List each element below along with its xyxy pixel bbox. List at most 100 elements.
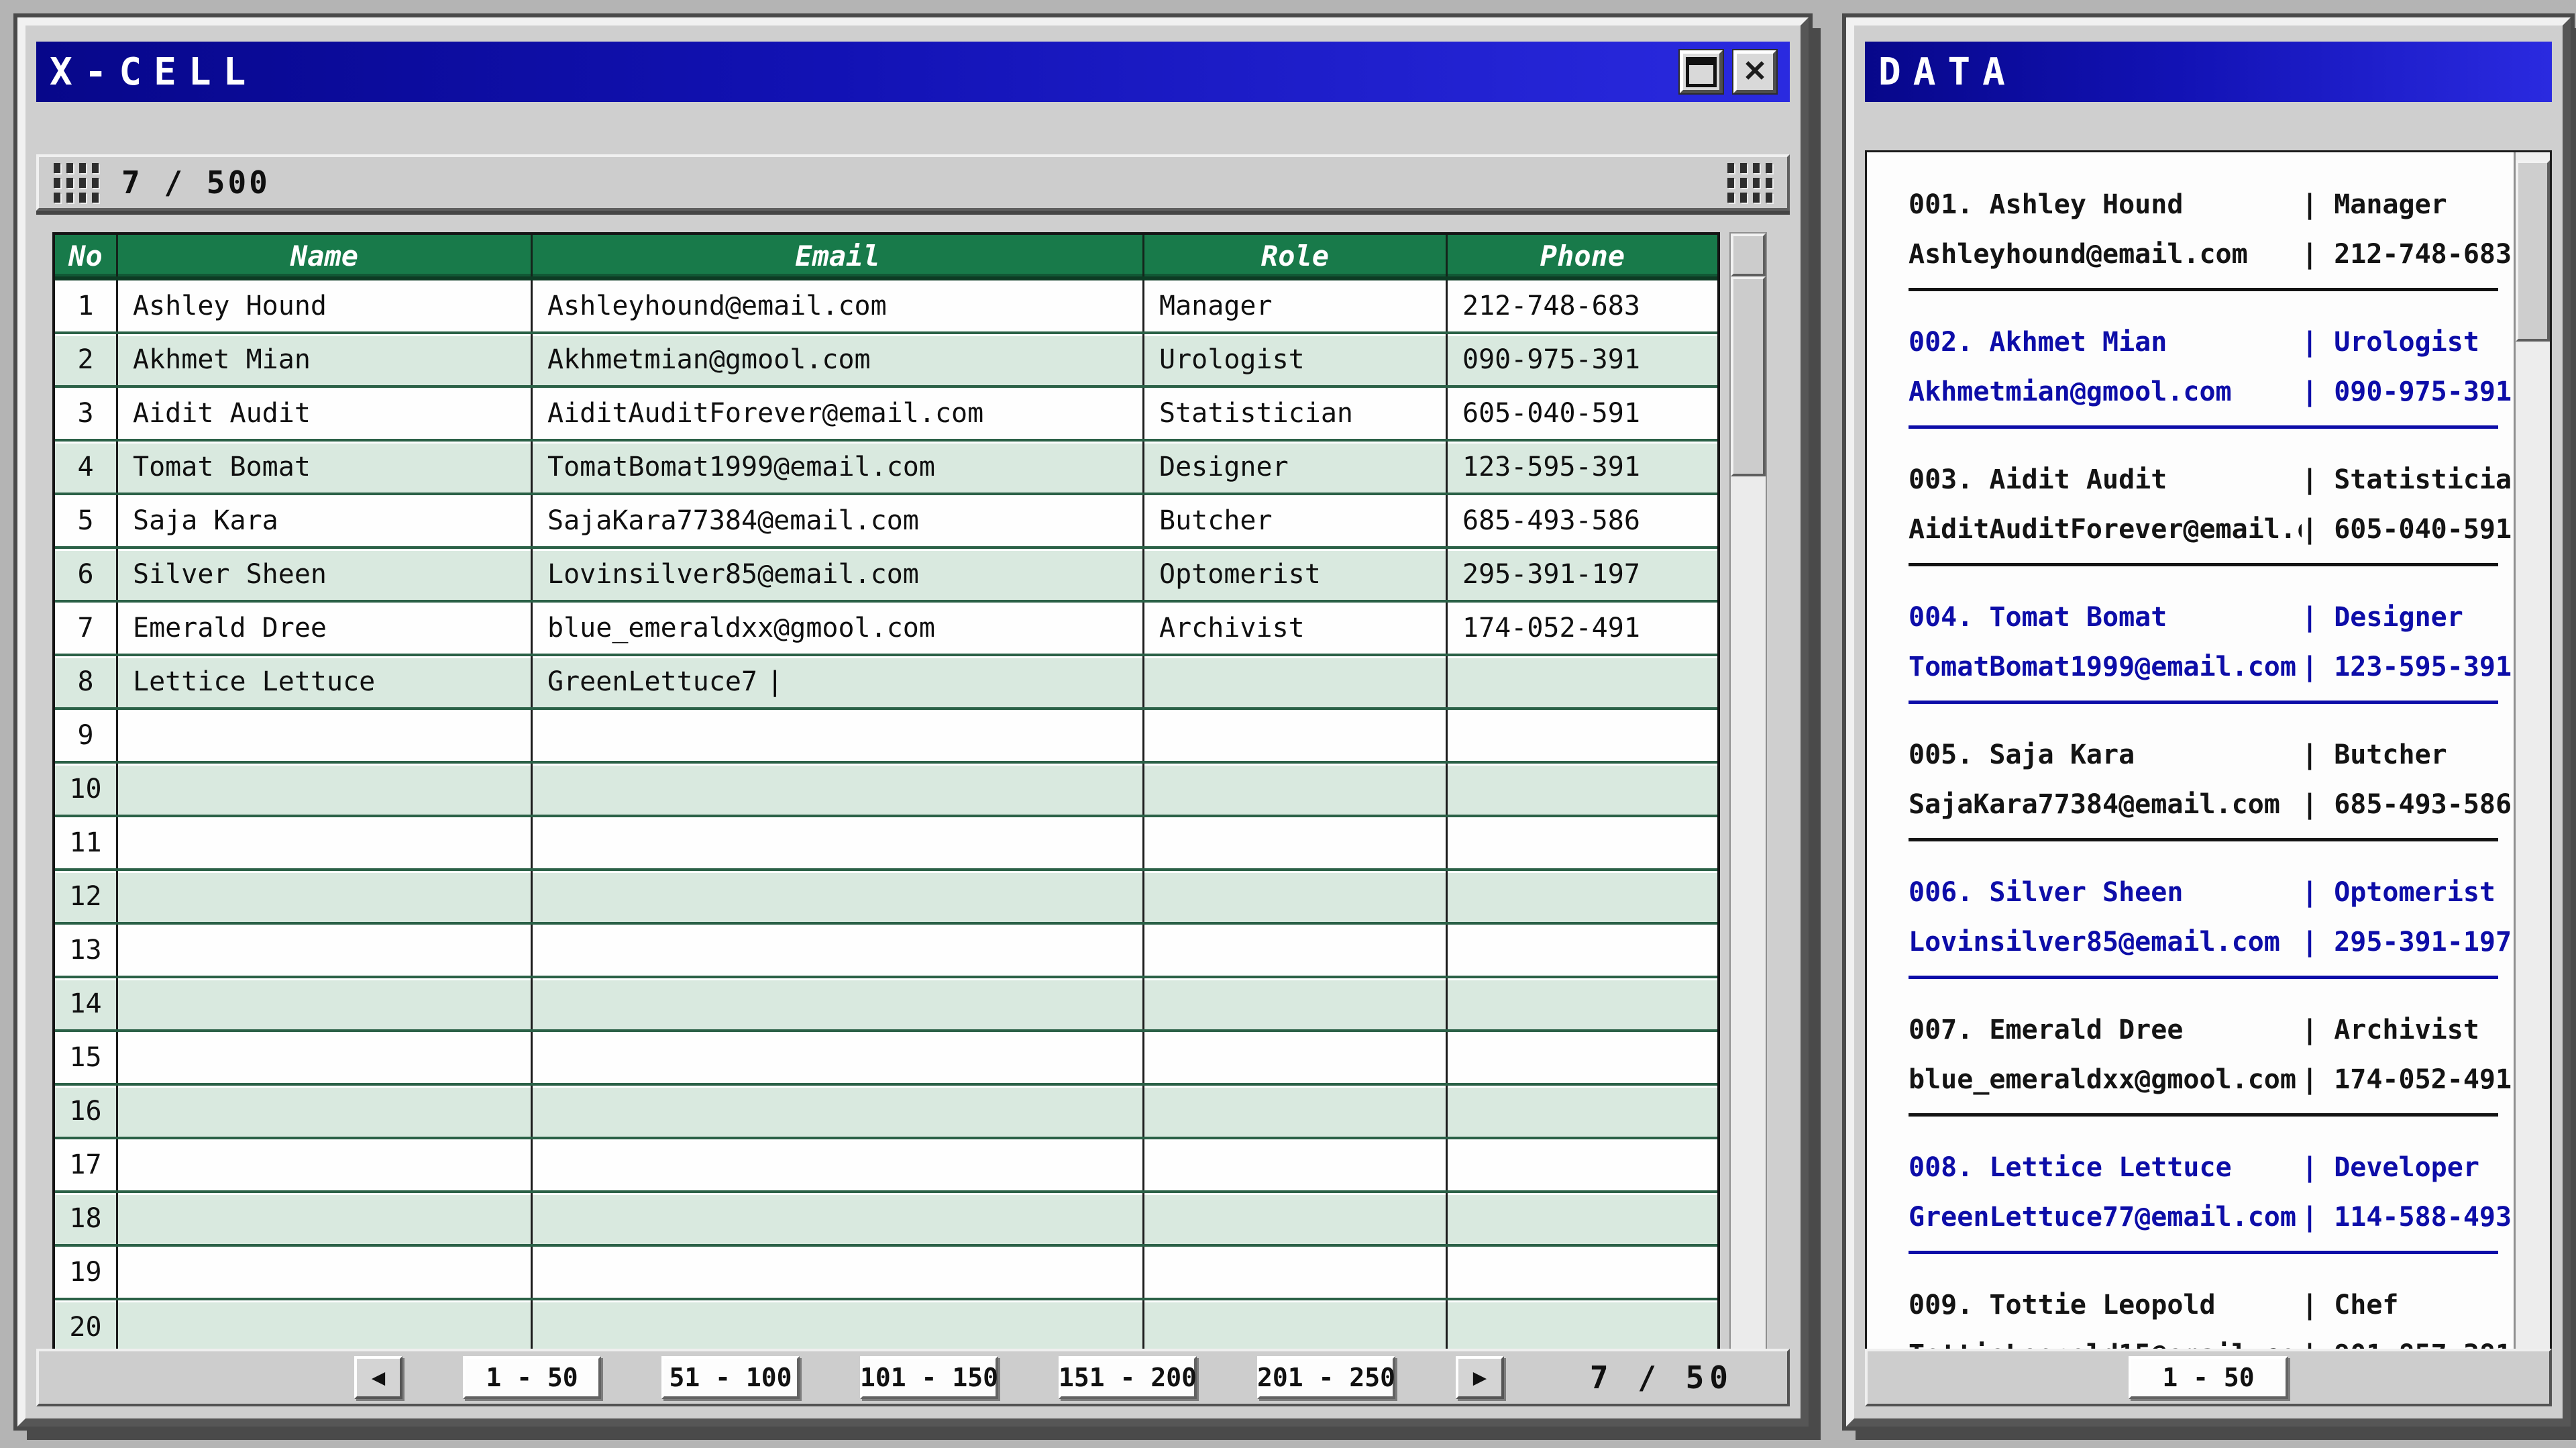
cell-email[interactable] <box>533 764 1144 815</box>
cell-phone[interactable] <box>1448 1086 1717 1137</box>
cell-name[interactable] <box>118 1086 533 1137</box>
cell-role[interactable] <box>1144 925 1448 976</box>
cell-name[interactable] <box>118 1032 533 1083</box>
cell-phone[interactable] <box>1448 1300 1717 1354</box>
list-item[interactable]: 001. Ashley Hound| ManagerAshleyhound@em… <box>1909 189 2501 326</box>
page-range-button-101-150[interactable]: 101 - 150 <box>860 1356 998 1399</box>
list-item[interactable]: 006. Silver Sheen| OptomeristLovinsilver… <box>1909 876 2501 1014</box>
cell-name[interactable] <box>118 1300 533 1354</box>
cell-no[interactable]: 12 <box>55 871 118 922</box>
cell-email[interactable]: blue_emeraldxx@gmool.com <box>533 603 1144 654</box>
cell-email[interactable] <box>533 871 1144 922</box>
cell-phone[interactable]: 685-493-586 <box>1448 495 1717 546</box>
cell-name[interactable] <box>118 1247 533 1298</box>
cell-name[interactable]: Aidit Audit <box>118 388 533 439</box>
cell-no[interactable]: 14 <box>55 978 118 1029</box>
cell-role[interactable] <box>1144 656 1448 707</box>
cell-email[interactable] <box>533 817 1144 868</box>
cell-name[interactable]: Emerald Dree <box>118 603 533 654</box>
cell-name[interactable]: Tomat Bomat <box>118 442 533 493</box>
cell-no[interactable]: 17 <box>55 1139 118 1190</box>
prev-page-button[interactable]: ◀ <box>354 1356 402 1399</box>
cell-role[interactable] <box>1144 978 1448 1029</box>
data-titlebar[interactable]: DATA <box>1865 42 2552 102</box>
cell-email[interactable] <box>533 1086 1144 1137</box>
page-range-button-51-100[interactable]: 51 - 100 <box>661 1356 800 1399</box>
cell-email[interactable] <box>533 1247 1144 1298</box>
cell-phone[interactable] <box>1448 1139 1717 1190</box>
cell-no[interactable]: 3 <box>55 388 118 439</box>
cell-role[interactable] <box>1144 1247 1448 1298</box>
cell-phone[interactable]: 090-975-391 <box>1448 334 1717 385</box>
cell-phone[interactable] <box>1448 817 1717 868</box>
list-item[interactable]: 003. Aidit Audit| StatisticianAiditAudit… <box>1909 464 2501 601</box>
cell-name[interactable] <box>118 817 533 868</box>
list-item[interactable]: 009. Tottie Leopold| ChefTottieLeopold15… <box>1909 1289 2501 1352</box>
cell-role[interactable]: Designer <box>1144 442 1448 493</box>
cell-email[interactable] <box>533 978 1144 1029</box>
cell-role[interactable] <box>1144 871 1448 922</box>
cell-name[interactable] <box>118 925 533 976</box>
cell-email[interactable] <box>533 710 1144 761</box>
cell-role[interactable]: Butcher <box>1144 495 1448 546</box>
list-item[interactable]: 007. Emerald Dree| Archivistblue_emerald… <box>1909 1014 2501 1151</box>
cell-role[interactable] <box>1144 710 1448 761</box>
cell-no[interactable]: 6 <box>55 549 118 600</box>
cell-email[interactable]: Ashleyhound@email.com <box>533 280 1144 331</box>
cell-phone[interactable]: 212-748-683 <box>1448 280 1717 331</box>
cell-no[interactable]: 18 <box>55 1193 118 1244</box>
cell-phone[interactable]: 295-391-197 <box>1448 549 1717 600</box>
cell-name[interactable] <box>118 978 533 1029</box>
cell-phone[interactable] <box>1448 925 1717 976</box>
cell-name[interactable] <box>118 710 533 761</box>
cell-name[interactable] <box>118 764 533 815</box>
cell-name[interactable] <box>118 1139 533 1190</box>
cell-role[interactable] <box>1144 1086 1448 1137</box>
cell-no[interactable]: 10 <box>55 764 118 815</box>
grip-icon-left[interactable] <box>54 163 99 203</box>
cell-email[interactable] <box>533 1032 1144 1083</box>
cell-role[interactable] <box>1144 1032 1448 1083</box>
page-range-button-151-200[interactable]: 151 - 200 <box>1059 1356 1197 1399</box>
cell-name[interactable]: Ashley Hound <box>118 280 533 331</box>
cell-email[interactable]: Lovinsilver85@email.com <box>533 549 1144 600</box>
cell-role[interactable] <box>1144 1139 1448 1190</box>
cell-email[interactable]: GreenLettuce7| <box>533 656 1144 707</box>
cell-phone[interactable]: 605-040-591 <box>1448 388 1717 439</box>
column-header-phone[interactable]: Phone <box>1448 235 1717 276</box>
list-item[interactable]: 002. Akhmet Mian| UrologistAkhmetmian@gm… <box>1909 326 2501 464</box>
next-page-button[interactable]: ▶ <box>1456 1356 1504 1399</box>
page-range-button-1-50[interactable]: 1 - 50 <box>463 1356 601 1399</box>
table-scrollbar[interactable] <box>1729 232 1767 1353</box>
cell-email[interactable] <box>533 1139 1144 1190</box>
cell-role[interactable]: Manager <box>1144 280 1448 331</box>
cell-email[interactable] <box>533 925 1144 976</box>
cell-no[interactable]: 19 <box>55 1247 118 1298</box>
cell-role[interactable]: Archivist <box>1144 603 1448 654</box>
cell-role[interactable] <box>1144 764 1448 815</box>
data-page-range-button[interactable]: 1 - 50 <box>2129 1356 2288 1399</box>
cell-email[interactable] <box>533 1300 1144 1354</box>
maximize-button[interactable] <box>1680 50 1723 93</box>
cell-phone[interactable]: 123-595-391 <box>1448 442 1717 493</box>
cell-role[interactable]: Optomerist <box>1144 549 1448 600</box>
cell-email[interactable]: SajaKara77384@email.com <box>533 495 1144 546</box>
cell-no[interactable]: 16 <box>55 1086 118 1137</box>
cell-no[interactable]: 11 <box>55 817 118 868</box>
grip-icon-right[interactable] <box>1727 163 1772 203</box>
cell-name[interactable]: Lettice Lettuce <box>118 656 533 707</box>
cell-role[interactable] <box>1144 1193 1448 1244</box>
cell-no[interactable]: 13 <box>55 925 118 976</box>
cell-name[interactable] <box>118 871 533 922</box>
cell-no[interactable]: 20 <box>55 1300 118 1354</box>
column-header-no[interactable]: No <box>55 235 118 276</box>
cell-no[interactable]: 2 <box>55 334 118 385</box>
cell-email[interactable]: Akhmetmian@gmool.com <box>533 334 1144 385</box>
cell-email[interactable]: AiditAuditForever@email.com <box>533 388 1144 439</box>
xcell-titlebar[interactable]: X-CELL ✕ <box>36 42 1790 102</box>
cell-role[interactable] <box>1144 817 1448 868</box>
cell-phone[interactable] <box>1448 764 1717 815</box>
cell-phone[interactable]: 174-052-491 <box>1448 603 1717 654</box>
list-item[interactable]: 008. Lettice Lettuce| DeveloperGreenLett… <box>1909 1151 2501 1289</box>
cell-no[interactable]: 15 <box>55 1032 118 1083</box>
